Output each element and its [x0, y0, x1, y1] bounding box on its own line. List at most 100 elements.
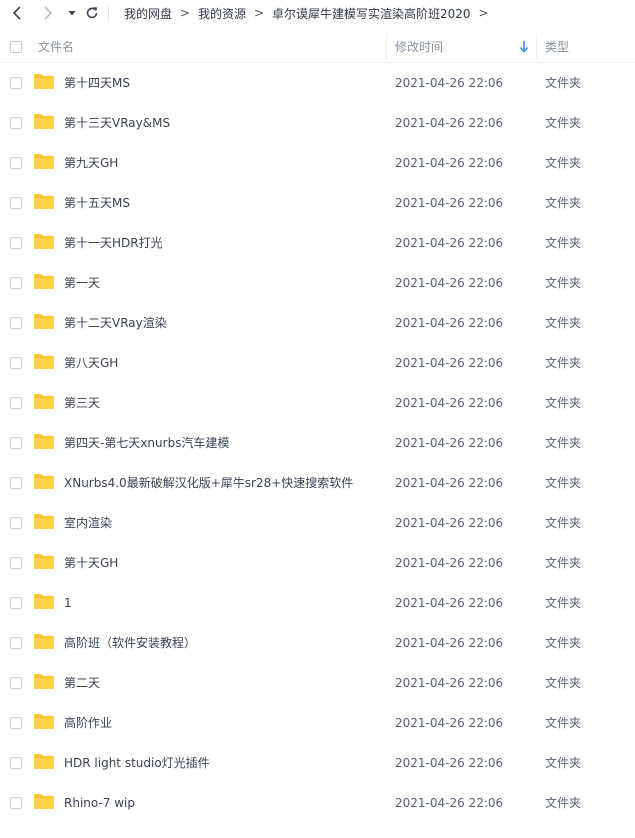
file-row[interactable]: 第十天GH 2021-04-26 22:06 文件夹 — [0, 543, 635, 583]
file-name[interactable]: 第三天 — [64, 383, 100, 423]
row-checkbox[interactable] — [10, 717, 22, 729]
file-name[interactable]: 第十二天VRay渲染 — [64, 303, 167, 343]
file-row[interactable]: 第三天 2021-04-26 22:06 文件夹 — [0, 383, 635, 423]
file-name[interactable]: 第九天GH — [64, 143, 118, 183]
file-type: 文件夹 — [545, 396, 582, 410]
file-type: 文件夹 — [545, 676, 582, 690]
row-checkbox[interactable] — [10, 357, 22, 369]
file-name[interactable]: 第八天GH — [64, 343, 118, 383]
file-name[interactable]: 第十天GH — [64, 543, 118, 583]
chevron-right-icon — [44, 6, 53, 20]
breadcrumb-separator: > — [478, 6, 489, 20]
file-type: 文件夹 — [545, 76, 582, 90]
file-type: 文件夹 — [545, 796, 582, 810]
file-name[interactable]: 第一天 — [64, 263, 100, 303]
file-name[interactable]: XNurbs4.0最新破解汉化版+犀牛sr28+快速搜索软件 — [64, 463, 353, 503]
breadcrumb-item-current-folder[interactable]: 卓尔谟犀牛建模写实渲染高阶班2020 — [272, 5, 471, 22]
file-row[interactable]: 1 2021-04-26 22:06 文件夹 — [0, 583, 635, 623]
file-row[interactable]: 高阶班（软件安装教程） 2021-04-26 22:06 文件夹 — [0, 623, 635, 663]
row-checkbox[interactable] — [10, 477, 22, 489]
row-checkbox[interactable] — [10, 677, 22, 689]
file-row[interactable]: 第十一天HDR打光 2021-04-26 22:06 文件夹 — [0, 223, 635, 263]
row-checkbox[interactable] — [10, 557, 22, 569]
file-type: 文件夹 — [545, 716, 582, 730]
file-name[interactable]: 第十三天VRay&MS — [64, 103, 170, 143]
column-header-name[interactable]: 文件名 — [38, 32, 74, 62]
file-row[interactable]: 第八天GH 2021-04-26 22:06 文件夹 — [0, 343, 635, 383]
arrow-down-icon[interactable] — [519, 40, 529, 54]
file-modified-time: 2021-04-26 22:06 — [395, 596, 504, 610]
file-name[interactable]: 第十四天MS — [64, 63, 130, 103]
row-checkbox[interactable] — [10, 157, 22, 169]
file-row[interactable]: 高阶作业 2021-04-26 22:06 文件夹 — [0, 703, 635, 743]
file-name[interactable]: 第十五天MS — [64, 183, 130, 223]
row-checkbox[interactable] — [10, 237, 22, 249]
file-row[interactable]: 第十四天MS 2021-04-26 22:06 文件夹 — [0, 63, 635, 103]
chevron-left-icon — [12, 6, 21, 20]
refresh-button[interactable] — [82, 2, 102, 24]
row-checkbox[interactable] — [10, 277, 22, 289]
file-modified-time: 2021-04-26 22:06 — [395, 236, 504, 250]
breadcrumb: 我的网盘 > 我的资源 > 卓尔谟犀牛建模写实渲染高阶班2020 > — [124, 0, 497, 26]
file-modified-time: 2021-04-26 22:06 — [395, 436, 504, 450]
file-type: 文件夹 — [545, 116, 582, 130]
row-checkbox[interactable] — [10, 597, 22, 609]
file-row[interactable]: 第二天 2021-04-26 22:06 文件夹 — [0, 663, 635, 703]
file-name[interactable]: 室内渲染 — [64, 503, 112, 543]
folder-icon — [34, 514, 54, 529]
file-row[interactable]: 第一天 2021-04-26 22:06 文件夹 — [0, 263, 635, 303]
file-name[interactable]: 高阶作业 — [64, 703, 112, 743]
file-row[interactable]: 第九天GH 2021-04-26 22:06 文件夹 — [0, 143, 635, 183]
file-type: 文件夹 — [545, 516, 582, 530]
file-name[interactable]: HDR light studio灯光插件 — [64, 743, 210, 783]
column-header-type[interactable]: 类型 — [545, 32, 569, 62]
file-modified-time: 2021-04-26 22:06 — [395, 196, 504, 210]
column-divider[interactable] — [536, 34, 537, 60]
select-all-checkbox[interactable] — [10, 41, 22, 53]
file-row[interactable]: 室内渲染 2021-04-26 22:06 文件夹 — [0, 503, 635, 543]
file-row[interactable]: 第四天-第七天xnurbs汽车建模 2021-04-26 22:06 文件夹 — [0, 423, 635, 463]
back-button[interactable] — [8, 2, 28, 24]
file-row[interactable]: XNurbs4.0最新破解汉化版+犀牛sr28+快速搜索软件 2021-04-26… — [0, 463, 635, 503]
file-name[interactable]: 高阶班（软件安装教程） — [64, 623, 196, 663]
file-type: 文件夹 — [545, 556, 582, 570]
file-name[interactable]: Rhino-7 wip — [64, 783, 135, 823]
column-header-modified[interactable]: 修改时间 — [395, 32, 443, 62]
folder-icon — [34, 114, 54, 129]
row-checkbox[interactable] — [10, 117, 22, 129]
row-checkbox[interactable] — [10, 317, 22, 329]
row-checkbox[interactable] — [10, 637, 22, 649]
file-type: 文件夹 — [545, 596, 582, 610]
file-modified-time: 2021-04-26 22:06 — [395, 556, 504, 570]
file-name[interactable]: 第十一天HDR打光 — [64, 223, 163, 263]
file-modified-time: 2021-04-26 22:06 — [395, 156, 504, 170]
forward-button[interactable] — [38, 2, 58, 24]
row-checkbox[interactable] — [10, 437, 22, 449]
file-name[interactable]: 第二天 — [64, 663, 100, 703]
file-row[interactable]: 第十二天VRay渲染 2021-04-26 22:06 文件夹 — [0, 303, 635, 343]
breadcrumb-item-my-resources[interactable]: 我的资源 — [198, 5, 246, 22]
column-divider[interactable] — [386, 34, 387, 60]
file-modified-time: 2021-04-26 22:06 — [395, 116, 504, 130]
row-checkbox[interactable] — [10, 197, 22, 209]
file-row[interactable]: HDR light studio灯光插件 2021-04-26 22:06 文件夹 — [0, 743, 635, 783]
row-checkbox[interactable] — [10, 517, 22, 529]
breadcrumb-item-my-drive[interactable]: 我的网盘 — [124, 5, 172, 22]
row-checkbox[interactable] — [10, 797, 22, 809]
file-name[interactable]: 1 — [64, 583, 72, 623]
row-checkbox[interactable] — [10, 397, 22, 409]
folder-icon — [34, 554, 54, 569]
breadcrumb-separator: > — [254, 6, 265, 20]
row-checkbox[interactable] — [10, 757, 22, 769]
file-row[interactable]: 第十三天VRay&MS 2021-04-26 22:06 文件夹 — [0, 103, 635, 143]
top-bar: 我的网盘 > 我的资源 > 卓尔谟犀牛建模写实渲染高阶班2020 > — [0, 0, 635, 26]
toolbar-divider — [108, 5, 109, 21]
file-row[interactable]: 第十五天MS 2021-04-26 22:06 文件夹 — [0, 183, 635, 223]
file-name[interactable]: 第四天-第七天xnurbs汽车建模 — [64, 423, 229, 463]
file-row[interactable]: Rhino-7 wip 2021-04-26 22:06 文件夹 — [0, 783, 635, 823]
file-type: 文件夹 — [545, 756, 582, 770]
row-checkbox[interactable] — [10, 77, 22, 89]
file-modified-time: 2021-04-26 22:06 — [395, 636, 504, 650]
folder-icon — [34, 194, 54, 209]
history-dropdown-button[interactable] — [62, 2, 82, 24]
